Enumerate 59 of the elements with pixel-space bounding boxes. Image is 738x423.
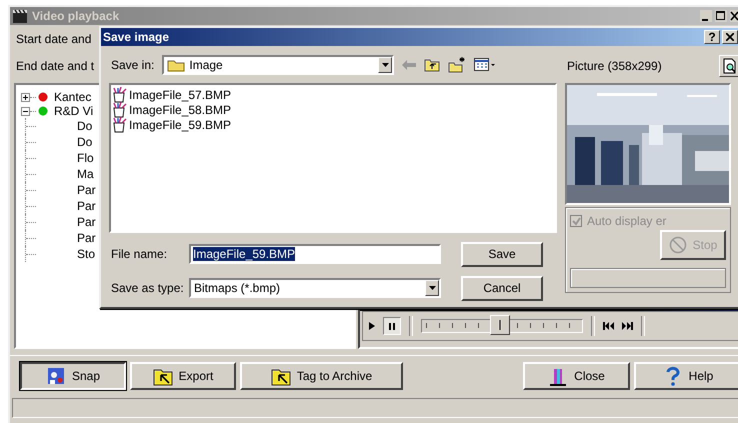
tree-item[interactable]: Flo (77, 151, 94, 165)
dropdown-arrow-icon (428, 286, 436, 290)
image-file-icon (112, 116, 128, 132)
checkmark-icon (572, 216, 580, 226)
image-file-icon (112, 86, 128, 102)
magnifier-icon (723, 58, 737, 74)
cancel-button[interactable]: Cancel (461, 276, 543, 300)
tree-item[interactable]: Par (77, 183, 96, 197)
save-button[interactable]: Save (461, 242, 543, 266)
snap-button[interactable]: Snap (20, 362, 126, 390)
tree-item[interactable]: Sto (77, 247, 96, 261)
folder-icon (167, 58, 186, 72)
skip-forward-icon[interactable] (622, 322, 633, 330)
tree-item[interactable]: R&D Vi (54, 104, 94, 118)
file-item[interactable]: ImageFile_59.BMP (112, 117, 232, 132)
dropdown-arrow-icon (382, 63, 389, 67)
export-button[interactable]: Export (130, 362, 236, 390)
clapperboard-icon (12, 9, 28, 23)
help-button[interactable]: Help (634, 362, 738, 390)
save-in-label: Save in: (110, 58, 154, 72)
play-icon[interactable] (369, 322, 375, 330)
dialog-title: Save image (103, 30, 170, 44)
tree-item[interactable]: Par (77, 231, 96, 245)
archive-button[interactable]: Tag to Archive (240, 362, 403, 390)
file-type-dropdown[interactable]: Bitmaps (*.bmp) (189, 278, 441, 298)
picture-label: Picture (358x299) (567, 59, 662, 73)
save-in-dropdown[interactable]: Image (162, 55, 394, 75)
view-menu-icon[interactable] (474, 58, 496, 72)
close-button[interactable]: Close (523, 362, 630, 390)
window-title: Video playback (32, 9, 120, 23)
file-name-label: File name: (110, 247, 168, 261)
expand-icon[interactable] (21, 92, 30, 102)
image-file-icon (112, 102, 128, 118)
tree-item[interactable]: Par (77, 215, 96, 229)
pause-icon (389, 322, 395, 330)
close-icon (726, 33, 734, 41)
preview-button[interactable] (719, 55, 738, 77)
camera-snapshot-icon (46, 366, 66, 386)
start-date-label: Start date and (16, 32, 92, 46)
pause-button[interactable] (383, 317, 401, 335)
collapse-icon[interactable] (21, 106, 30, 116)
file-name-field[interactable]: ImageFile_59.BMP (189, 244, 441, 264)
close-button[interactable] (722, 30, 738, 44)
tree-item[interactable]: Do (77, 119, 92, 133)
save-as-type-label: Save as type: (110, 281, 185, 295)
stop-icon (668, 236, 687, 254)
help-button[interactable]: ? (704, 30, 720, 44)
door-icon (548, 366, 568, 386)
tree-item[interactable]: Ma (77, 167, 94, 181)
folder-up-icon[interactable] (424, 58, 440, 72)
skip-back-icon[interactable] (603, 322, 614, 330)
file-item[interactable]: ImageFile_58.BMP (112, 102, 232, 117)
slider-thumb[interactable] (490, 315, 510, 335)
new-folder-icon[interactable] (448, 57, 466, 73)
file-item[interactable]: ImageFile_57.BMP (112, 87, 232, 102)
tree-item[interactable]: Do (77, 135, 92, 149)
tree-item[interactable]: Kantec (54, 90, 92, 104)
end-date-label: End date and t (16, 58, 94, 72)
tree-item[interactable]: Par (77, 199, 96, 213)
